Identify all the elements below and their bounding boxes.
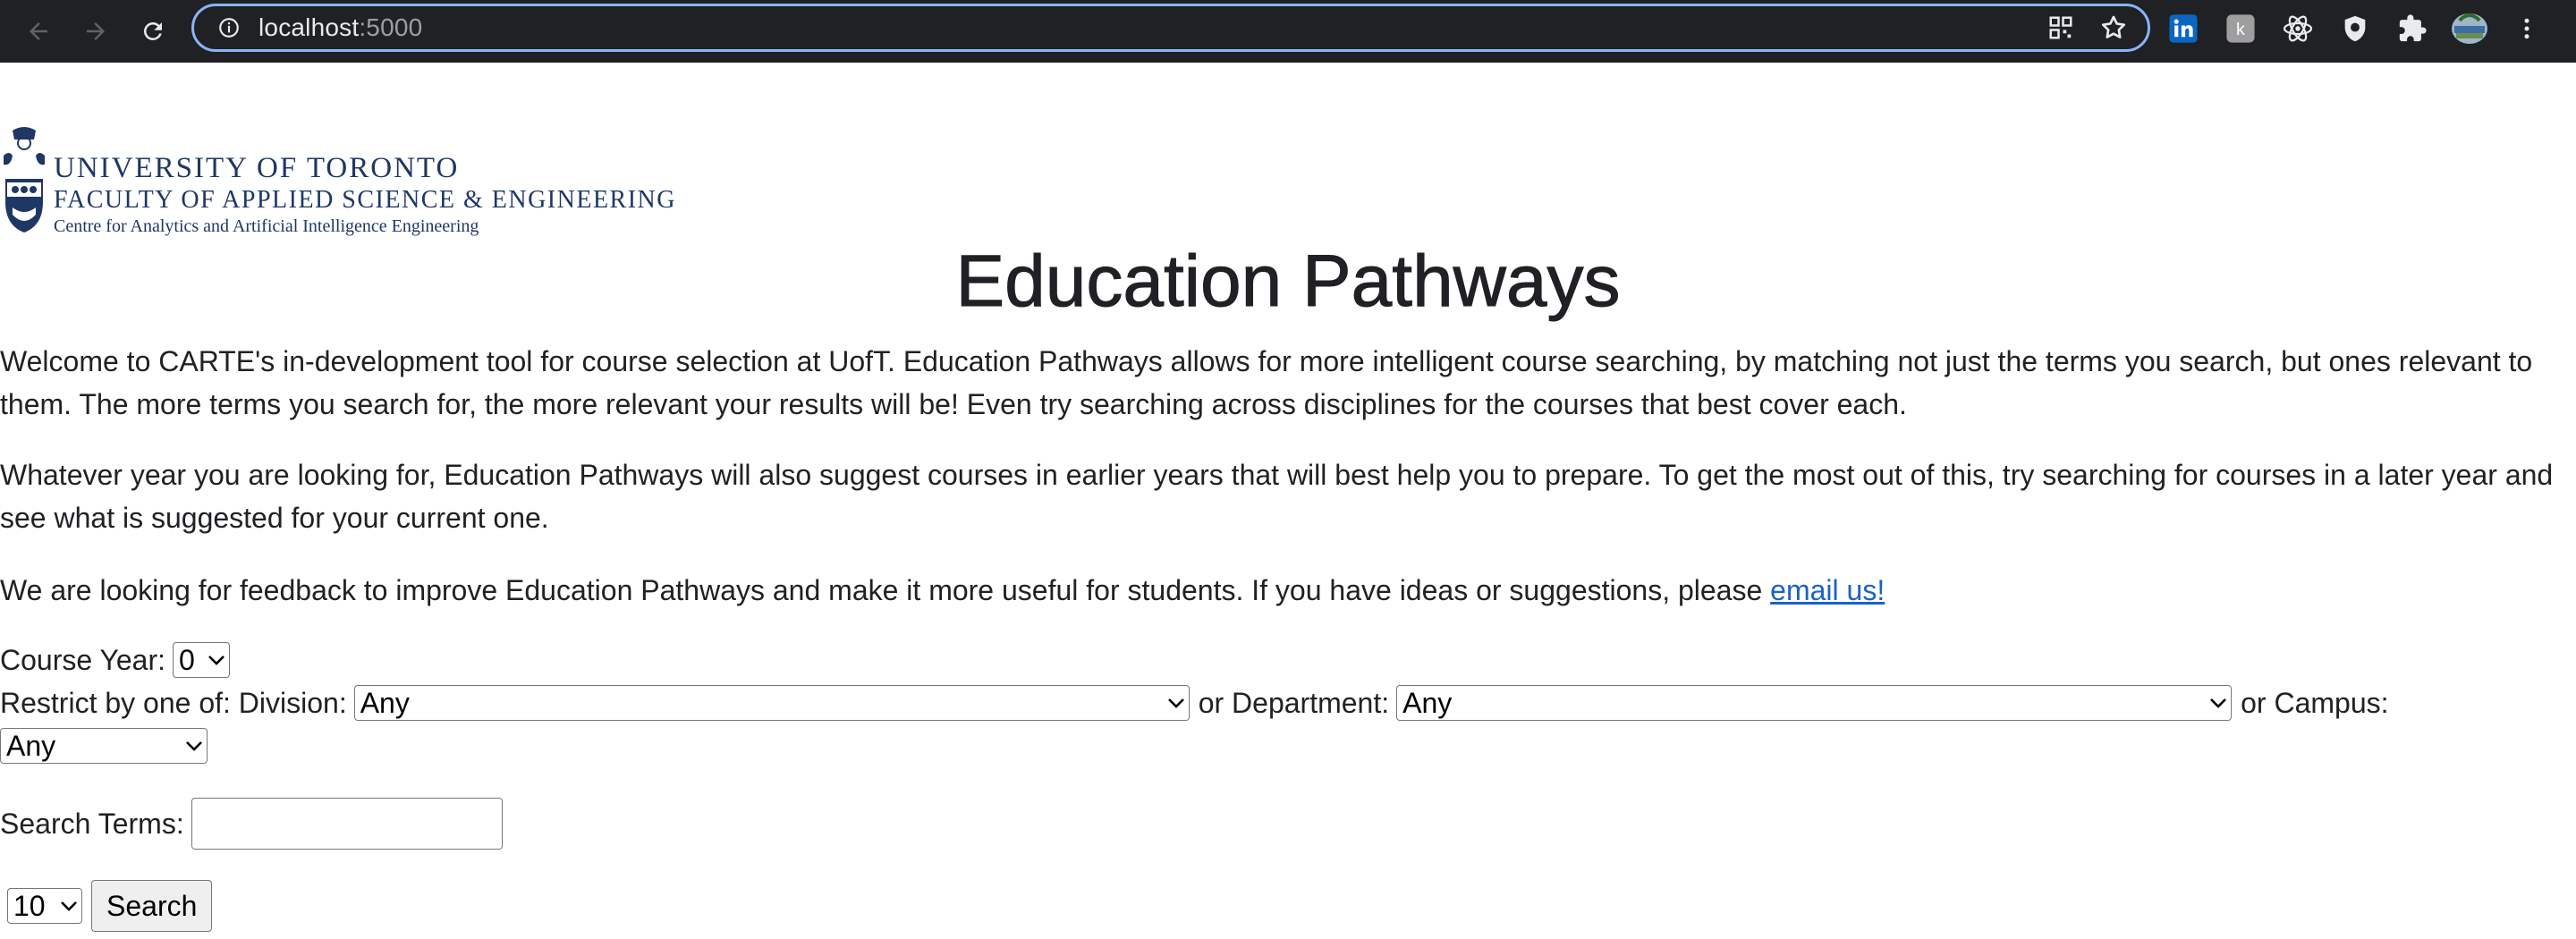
site-info-icon[interactable]	[216, 14, 242, 41]
campus-row: Any	[0, 728, 208, 764]
extensions-bar: k	[2165, 0, 2546, 57]
back-button[interactable]	[16, 9, 61, 54]
shield-extension-icon[interactable]	[2336, 10, 2374, 47]
department-value: Any	[1402, 686, 1453, 719]
search-submit-row: 10 Search	[0, 880, 213, 932]
campus-select[interactable]: Any	[0, 728, 208, 764]
chevron-down-icon	[1167, 698, 1184, 708]
chevron-down-icon	[2210, 698, 2227, 708]
react-devtools-icon[interactable]	[2279, 10, 2317, 47]
browser-menu-icon[interactable]	[2508, 10, 2546, 47]
chevron-down-icon	[208, 656, 225, 665]
search-terms-row: Search Terms:	[0, 798, 503, 850]
url-port: :5000	[359, 13, 423, 41]
k-extension-icon[interactable]: k	[2222, 10, 2259, 47]
reload-icon	[143, 21, 162, 40]
puzzle-extensions-icon[interactable]	[2394, 10, 2431, 47]
feedback-paragraph: We are looking for feedback to improve E…	[0, 569, 2567, 612]
course-year-select[interactable]: 0	[173, 642, 231, 678]
url-text[interactable]: localhost:5000	[258, 13, 422, 42]
year-suggestion-paragraph: Whatever year you are looking for, Educa…	[0, 459, 2554, 534]
chevron-down-icon	[186, 741, 202, 751]
results-count-select[interactable]: 10	[7, 888, 82, 924]
university-logo: UNIVERSITY OF TORONTO FACULTY OF APPLIED…	[0, 125, 675, 243]
logo-line-faculty: FACULTY OF APPLIED SCIENCE & ENGINEERING	[54, 186, 676, 214]
linkedin-extension-icon[interactable]	[2165, 10, 2202, 47]
department-label: or Department:	[1198, 686, 1390, 719]
page-title: Education Pathways	[955, 241, 1621, 323]
svg-text:k: k	[2236, 20, 2245, 39]
search-terms-label: Search Terms:	[0, 807, 184, 840]
department-select[interactable]: Any	[1396, 685, 2233, 721]
logo-line-centre: Centre for Analytics and Artificial Inte…	[54, 216, 479, 236]
profile-avatar[interactable]	[2451, 10, 2488, 47]
course-year-label: Course Year:	[0, 643, 166, 676]
chevron-down-icon	[61, 901, 77, 911]
browser-toolbar: localhost:5000 k	[0, 0, 2576, 63]
back-arrow-icon	[30, 22, 47, 40]
campus-value: Any	[6, 729, 56, 762]
search-terms-input[interactable]	[191, 798, 503, 850]
forward-arrow-icon	[87, 22, 105, 40]
search-button[interactable]: Search	[91, 880, 213, 932]
intro-paragraph: Welcome to CARTE's in-development tool f…	[0, 345, 2533, 420]
email-us-link[interactable]: email us!	[1770, 574, 1885, 606]
campus-label: or Campus:	[2241, 686, 2389, 719]
forward-button[interactable]	[73, 9, 118, 54]
division-value: Any	[360, 686, 410, 719]
course-year-row: Course Year: 0	[0, 642, 231, 678]
url-host: localhost	[258, 13, 360, 41]
logo-line-university: UNIVERSITY OF TORONTO	[54, 152, 460, 184]
course-year-value: 0	[179, 643, 195, 676]
division-select[interactable]: Any	[353, 685, 1190, 721]
reload-button[interactable]	[131, 9, 175, 54]
restrict-row: Restrict by one of: Division: Any or Dep…	[0, 685, 2389, 721]
crest-icon	[4, 127, 45, 233]
qr-code-icon[interactable]	[2047, 14, 2074, 41]
bookmark-star-icon[interactable]	[2099, 13, 2128, 42]
results-count-value: 10	[13, 889, 46, 922]
restrict-division-label: Restrict by one of: Division:	[0, 686, 347, 719]
address-bar[interactable]: localhost:5000	[191, 4, 2150, 52]
feedback-text: We are looking for feedback to improve E…	[0, 574, 1771, 606]
